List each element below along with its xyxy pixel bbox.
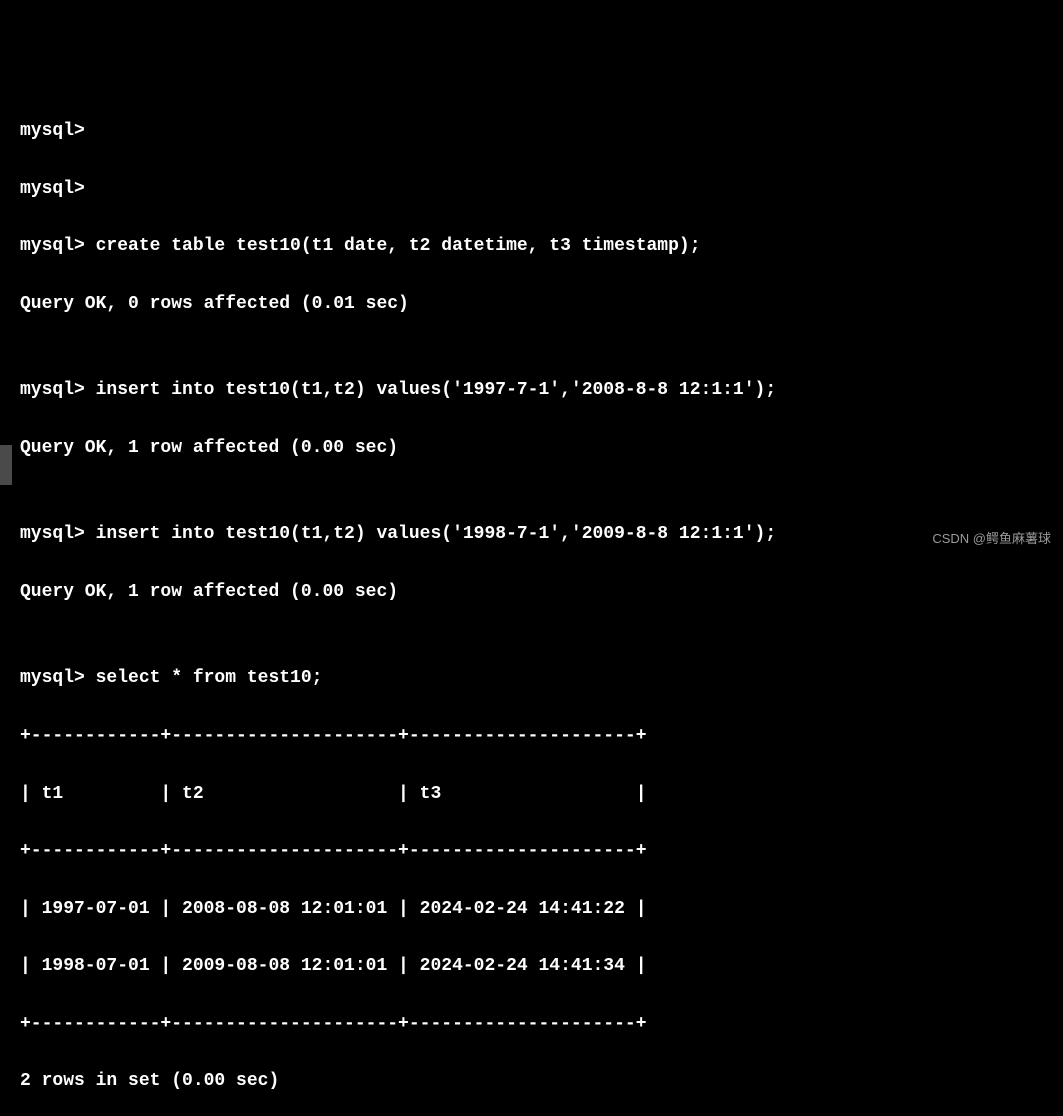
- table-border: +------------+---------------------+----…: [20, 1010, 1043, 1039]
- watermark-text: CSDN @鳄鱼麻薯球: [932, 529, 1051, 550]
- terminal-line: Query OK, 1 row affected (0.00 sec): [20, 434, 1043, 463]
- table-header: | t1 | t2 | t3 |: [20, 780, 1043, 809]
- terminal-line: 2 rows in set (0.00 sec): [20, 1067, 1043, 1096]
- scrollbar-thumb[interactable]: [0, 445, 12, 485]
- terminal-line: mysql> create table test10(t1 date, t2 d…: [20, 232, 1043, 261]
- table-row: | 1998-07-01 | 2009-08-08 12:01:01 | 202…: [20, 952, 1043, 981]
- terminal-line: mysql>: [20, 175, 1043, 204]
- table-border: +------------+---------------------+----…: [20, 722, 1043, 751]
- terminal-line: mysql> insert into test10(t1,t2) values(…: [20, 520, 1043, 549]
- terminal-line: mysql> select * from test10;: [20, 664, 1043, 693]
- terminal-line: Query OK, 0 rows affected (0.01 sec): [20, 290, 1043, 319]
- table-border: +------------+---------------------+----…: [20, 837, 1043, 866]
- terminal-line: mysql>: [20, 117, 1043, 146]
- terminal-line: mysql> insert into test10(t1,t2) values(…: [20, 376, 1043, 405]
- table-row: | 1997-07-01 | 2008-08-08 12:01:01 | 202…: [20, 895, 1043, 924]
- terminal-line: Query OK, 1 row affected (0.00 sec): [20, 578, 1043, 607]
